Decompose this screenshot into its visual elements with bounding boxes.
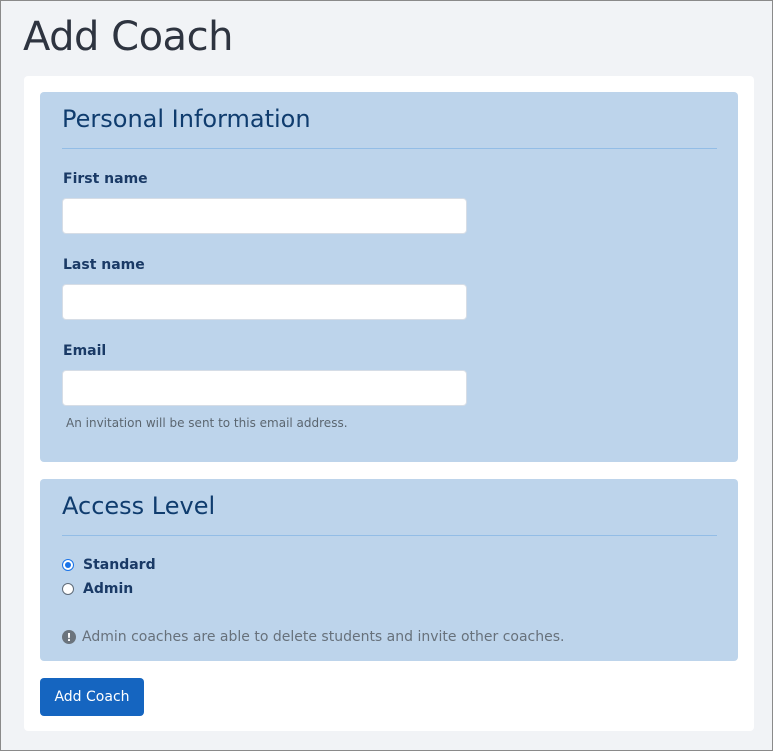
admin-radio-label[interactable]: Admin [83, 581, 133, 597]
section-divider [62, 535, 717, 536]
last-name-label: Last name [63, 257, 145, 273]
access-option-standard[interactable]: Standard [62, 556, 156, 574]
standard-radio-label[interactable]: Standard [83, 557, 156, 573]
access-level-section: Access Level Standard Admin ! Admin coac… [40, 479, 738, 661]
admin-info-text: Admin coaches are able to delete student… [82, 629, 565, 645]
add-coach-form: Personal Information First name Last nam… [24, 76, 754, 731]
section-divider [62, 148, 717, 149]
email-input[interactable] [62, 370, 467, 406]
admin-info-note: ! Admin coaches are able to delete stude… [62, 629, 564, 645]
personal-information-section: Personal Information First name Last nam… [40, 92, 738, 462]
access-option-admin[interactable]: Admin [62, 580, 133, 598]
email-label: Email [63, 343, 107, 359]
standard-radio[interactable] [62, 559, 74, 571]
add-coach-button[interactable]: Add Coach [40, 678, 144, 716]
first-name-input[interactable] [62, 198, 467, 234]
page-title: Add Coach [23, 14, 233, 60]
exclamation-circle-icon: ! [62, 630, 76, 644]
first-name-label: First name [63, 171, 148, 187]
email-help-text: An invitation will be sent to this email… [66, 416, 348, 430]
last-name-input[interactable] [62, 284, 467, 320]
access-level-heading: Access Level [62, 492, 216, 520]
admin-radio[interactable] [62, 583, 74, 595]
personal-information-heading: Personal Information [62, 105, 311, 133]
